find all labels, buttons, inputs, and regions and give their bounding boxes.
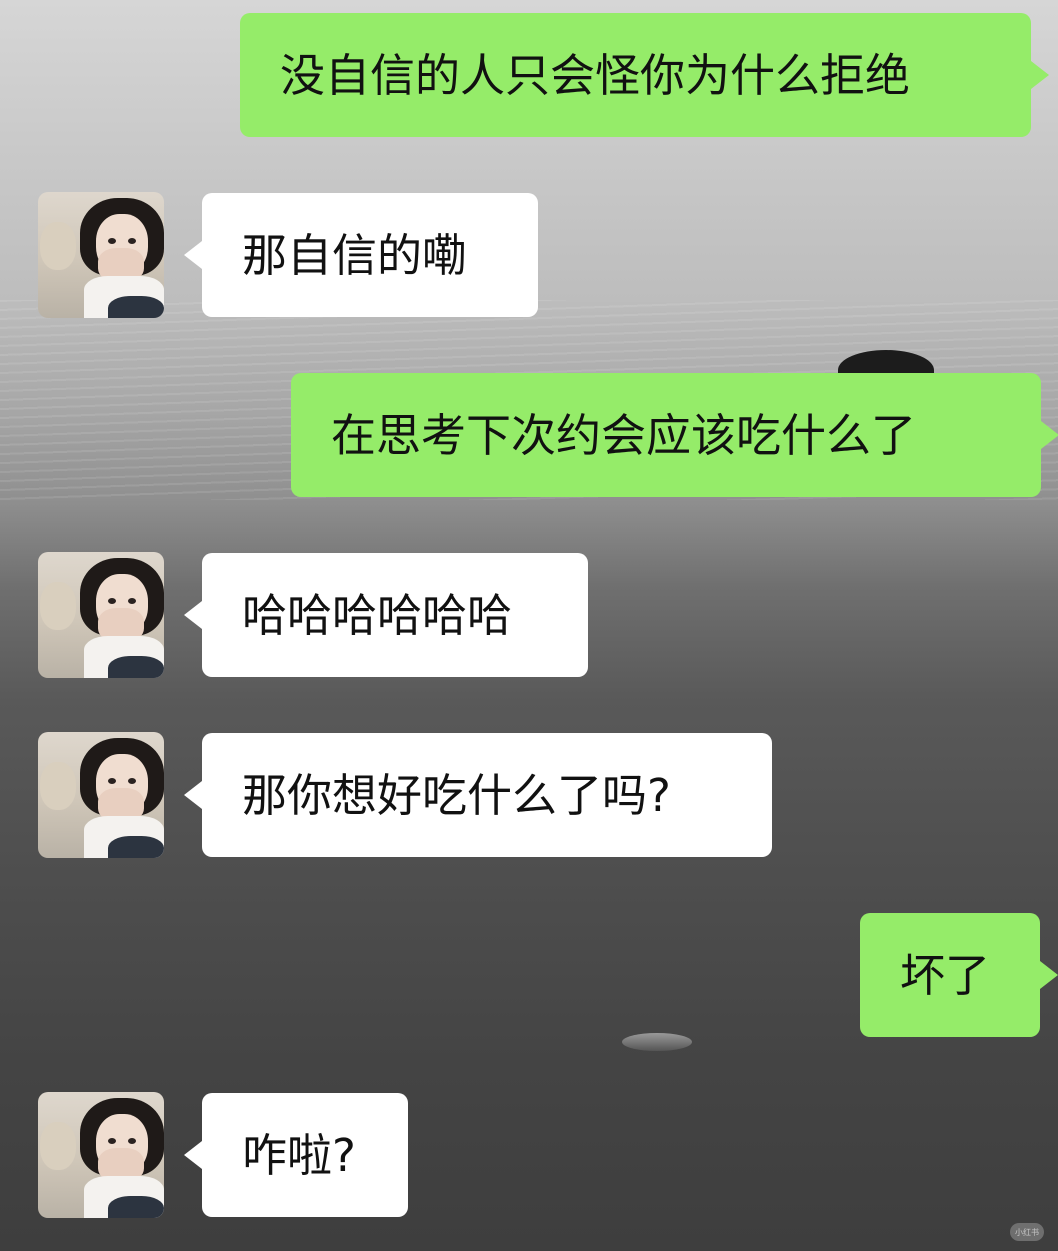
sent-message-1[interactable]: 没自信的人只会怪你为什么拒绝 bbox=[240, 13, 1049, 137]
sent-message-3[interactable]: 坏了 bbox=[860, 913, 1058, 1037]
contact-avatar[interactable] bbox=[38, 1092, 164, 1218]
contact-avatar[interactable] bbox=[38, 732, 164, 858]
received-message-4[interactable]: 咋啦? bbox=[184, 1093, 408, 1217]
sent-message-2[interactable]: 在思考下次约会应该吃什么了 bbox=[291, 373, 1058, 497]
received-message-2[interactable]: 哈哈哈哈哈哈 bbox=[184, 553, 588, 677]
contact-avatar[interactable] bbox=[38, 192, 164, 318]
background-pebble bbox=[622, 1033, 692, 1051]
received-message-3[interactable]: 那你想好吃什么了吗? bbox=[184, 733, 772, 857]
contact-avatar[interactable] bbox=[38, 552, 164, 678]
received-message-1[interactable]: 那自信的嘞 bbox=[184, 193, 538, 317]
watermark: 小红书 bbox=[1010, 1223, 1044, 1241]
